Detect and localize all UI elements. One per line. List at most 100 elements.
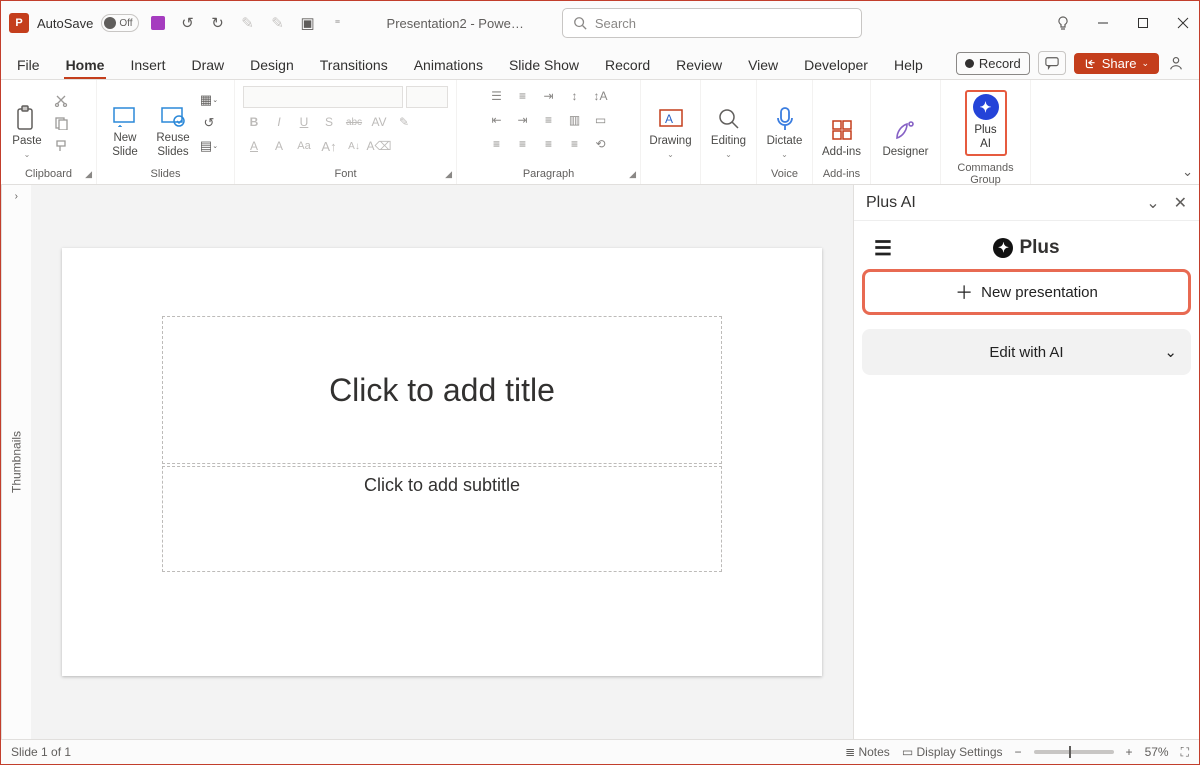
dialog-launcher[interactable]: ◢ [85, 169, 92, 180]
cut-icon [54, 93, 68, 107]
display-settings-button[interactable]: ▭ Display Settings [902, 745, 1003, 759]
thumbnails-rail[interactable]: Thumbnails › [1, 185, 31, 739]
edit-with-ai-button[interactable]: Edit with AI ⌄ [862, 329, 1191, 375]
decrease-indent-button[interactable]: ⇤ [486, 110, 508, 130]
reuse-slides-button[interactable]: Reuse Slides [151, 84, 195, 162]
smartart-button[interactable]: ⟲ [590, 134, 612, 154]
highlight-button[interactable]: ✎ [393, 112, 415, 132]
section-button[interactable]: ▤⌄ [199, 137, 219, 155]
new-slide-button[interactable]: New Slide [103, 84, 147, 162]
tab-draw[interactable]: Draw [189, 51, 226, 79]
tab-insert[interactable]: Insert [128, 51, 167, 79]
align-text-button[interactable]: ≡ [538, 110, 560, 130]
fit-to-window-button[interactable]: ⛶ [1181, 745, 1189, 760]
record-button[interactable]: Record [956, 52, 1030, 75]
lightbulb-icon[interactable] [1055, 15, 1071, 31]
dictate-button[interactable]: Dictate⌄ [763, 84, 806, 162]
tab-view[interactable]: View [746, 51, 780, 79]
underline-button[interactable]: U [293, 112, 315, 132]
reset-button[interactable]: ↺ [199, 114, 219, 132]
save-button[interactable] [147, 12, 169, 34]
shadow-button[interactable]: S [318, 112, 340, 132]
zoom-in-button[interactable]: + [1126, 745, 1133, 759]
dialog-launcher[interactable]: ◢ [629, 169, 636, 180]
minimize-button[interactable] [1095, 15, 1111, 31]
close-button[interactable] [1175, 15, 1191, 31]
collapse-ribbon-button[interactable]: ⌄ [1182, 164, 1193, 180]
plus-ai-button[interactable]: ✦ Plus AI [973, 94, 999, 152]
title-bar: P AutoSave Off ↺ ↻ ✎ ✎ ▣ ⁼ Presentation2… [1, 1, 1199, 45]
justify-button[interactable]: ≡ [564, 134, 586, 154]
undo-button[interactable]: ↺ [177, 12, 199, 34]
increase-indent-button[interactable]: ⇥ [512, 110, 534, 130]
tab-slideshow[interactable]: Slide Show [507, 51, 581, 79]
hamburger-icon[interactable]: ☰ [874, 236, 892, 261]
align-right-button[interactable]: ≡ [538, 134, 560, 154]
tab-review[interactable]: Review [674, 51, 724, 79]
qat-btn-1[interactable]: ✎ [237, 12, 259, 34]
grow-font-button[interactable]: A↑ [318, 136, 340, 156]
cut-button[interactable] [51, 91, 71, 109]
tab-animations[interactable]: Animations [412, 51, 485, 79]
qat-overflow[interactable]: ⁼ [327, 12, 349, 34]
line-spacing-button[interactable]: ↕ [564, 86, 586, 106]
notes-button[interactable]: ≣ Notes [845, 745, 890, 759]
zoom-slider[interactable] [1034, 750, 1114, 754]
change-case-button[interactable]: Aa [293, 136, 315, 156]
plus-brand: ☰ ✦ Plus [862, 227, 1191, 269]
chevron-down-icon[interactable]: ⌄ [1146, 193, 1159, 213]
new-presentation-button[interactable]: ＋ New presentation [862, 269, 1191, 315]
numbering-button[interactable]: ≡ [512, 86, 534, 106]
share-icon [1084, 57, 1097, 70]
slide-canvas[interactable]: Click to add title Click to add subtitle [31, 185, 853, 739]
bold-button[interactable]: B [243, 112, 265, 132]
editing-button[interactable]: Editing⌄ [707, 84, 750, 162]
title-placeholder[interactable]: Click to add title [162, 316, 722, 464]
designer-button[interactable]: Designer [877, 84, 934, 162]
close-pane-button[interactable]: ✕ [1174, 193, 1187, 213]
align-vertical-button[interactable]: ▭ [590, 110, 612, 130]
zoom-out-button[interactable]: − [1015, 745, 1022, 759]
search-input[interactable]: Search [562, 8, 862, 38]
drawing-button[interactable]: A Drawing⌄ [647, 84, 694, 162]
autosave-toggle[interactable]: Off [101, 14, 138, 32]
redo-button[interactable]: ↻ [207, 12, 229, 34]
char-spacing-button[interactable]: AV [368, 112, 390, 132]
share-button[interactable]: Share ⌄ [1074, 53, 1159, 74]
present-button[interactable]: ▣ [297, 12, 319, 34]
tab-help[interactable]: Help [892, 51, 925, 79]
reuse-slides-icon [160, 105, 186, 127]
comments-button[interactable] [1038, 51, 1066, 75]
tab-home[interactable]: Home [64, 51, 107, 79]
tab-transitions[interactable]: Transitions [318, 51, 390, 79]
zoom-level[interactable]: 57% [1145, 745, 1169, 759]
font-size-select[interactable] [406, 86, 448, 108]
layout-button[interactable]: ▦⌄ [199, 91, 219, 109]
qat-btn-2[interactable]: ✎ [267, 12, 289, 34]
bullets-button[interactable]: ☰ [486, 86, 508, 106]
subtitle-placeholder[interactable]: Click to add subtitle [162, 466, 722, 572]
addins-button[interactable]: Add-ins [819, 84, 864, 162]
paste-button[interactable]: Paste ⌄ [7, 84, 47, 162]
align-center-button[interactable]: ≡ [512, 134, 534, 154]
tab-file[interactable]: File [15, 51, 42, 79]
align-left-button[interactable]: ≡ [486, 134, 508, 154]
format-painter-button[interactable] [51, 137, 71, 155]
text-direction-button[interactable]: ↕A [590, 86, 612, 106]
tab-design[interactable]: Design [248, 51, 296, 79]
account-icon[interactable] [1167, 54, 1185, 72]
strike-button[interactable]: abc [343, 112, 365, 132]
list-level-button[interactable]: ⇥ [538, 86, 560, 106]
italic-button[interactable]: I [268, 112, 290, 132]
maximize-button[interactable] [1135, 15, 1151, 31]
clear-format-button[interactable]: A⌫ [368, 136, 390, 156]
font-color-button[interactable]: A [243, 136, 265, 156]
copy-button[interactable] [51, 114, 71, 132]
columns-button[interactable]: ▥ [564, 110, 586, 130]
font-fill-button[interactable]: A [268, 136, 290, 156]
tab-developer[interactable]: Developer [802, 51, 870, 79]
shrink-font-button[interactable]: A↓ [343, 136, 365, 156]
tab-record[interactable]: Record [603, 51, 652, 79]
font-name-select[interactable] [243, 86, 403, 108]
dialog-launcher[interactable]: ◢ [445, 169, 452, 180]
